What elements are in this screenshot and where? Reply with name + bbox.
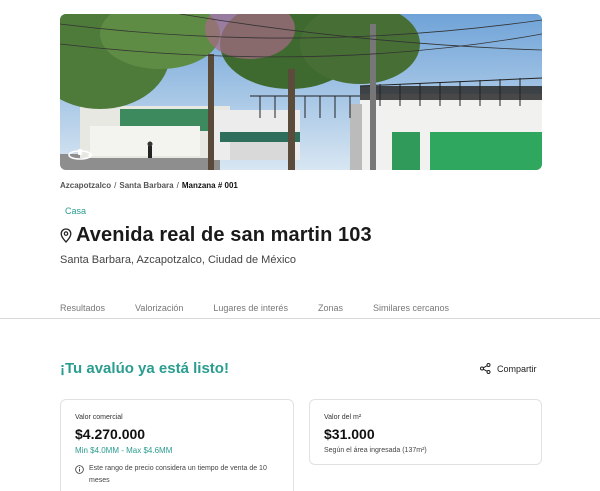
commercial-value-range: Min $4.0MM - Max $4.6MM [75,446,173,455]
property-address: Santa Barbara, Azcapotzalco, Ciudad de M… [60,254,297,266]
m2-value: $31.000 [324,426,375,442]
tab-zonas[interactable]: Zonas [318,303,343,313]
breadcrumb-item-azcapotzalco[interactable]: Azcapotzalco [60,181,111,190]
rotate-360-icon[interactable] [66,148,94,162]
tabs-divider [0,318,600,319]
breadcrumb-item-santa-barbara[interactable]: Santa Barbara [119,181,173,190]
commercial-value-note-text: Este rango de precio considera un tiempo… [89,465,267,484]
tab-similares-cercanos[interactable]: Similares cercanos [373,303,449,313]
tab-resultados[interactable]: Resultados [60,303,105,313]
location-pin-icon [60,228,72,243]
property-type-tag: Casa [65,206,87,216]
commercial-value-card: Valor comercial $4.270.000 Min $4.0MM - … [60,399,294,491]
commercial-value: $4.270.000 [75,426,146,442]
share-button[interactable]: Compartir [480,363,537,374]
commercial-value-label: Valor comercial [75,414,123,421]
m2-value-subtext: Según el área ingresada (137m²) [324,447,427,454]
property-street-photo[interactable] [60,14,542,170]
info-icon [75,465,84,474]
breadcrumb-separator: / [176,181,179,190]
appraisal-ready-title: ¡Tu avalúo ya está listo! [60,360,229,377]
m2-value-card: Valor del m² $31.000 Según el área ingre… [309,399,542,465]
breadcrumb-current: Manzana # 001 [181,181,238,190]
share-icon [480,363,491,374]
m2-value-label: Valor del m² [324,414,362,421]
commercial-value-note: Este rango de precio considera un tiempo… [75,463,275,487]
page-title: Avenida real de san martin 103 [76,224,372,246]
section-tabs: Resultados Valorización Lugares de inter… [60,303,479,313]
breadcrumb-separator: / [114,181,117,190]
tab-lugares-de-interes[interactable]: Lugares de interés [213,303,288,313]
breadcrumb: Azcapotzalco / Santa Barbara / Manzana # 001 [60,181,238,190]
tab-valorizacion[interactable]: Valorización [135,303,183,313]
title-row: Avenida real de san martin 103 [60,224,372,247]
share-label: Compartir [497,363,537,374]
